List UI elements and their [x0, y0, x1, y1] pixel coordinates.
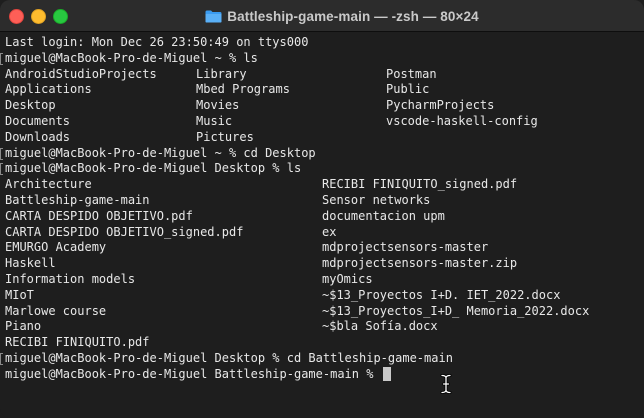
prompt-mark [0, 147, 3, 160]
listing-entry: Battleship-game-main [5, 192, 150, 207]
listing-row: CARTA DESPIDO OBJETIVO.pdf documentacion… [0, 209, 644, 225]
listing-entry: EMURGO Academy [5, 240, 107, 255]
listing-row: Piano ~$bla Sofía.docx [0, 319, 644, 335]
listing-entry: ~$13_Proyectos_I+D_ Memoria_2022.docx [322, 303, 590, 318]
last-login-text: Last login: Mon Dec 26 23:50:49 on ttys0… [5, 35, 309, 49]
i-beam-cursor-icon [440, 374, 452, 394]
listing-row: Information models myOmics [0, 272, 644, 288]
listing-entry: Mbed Programs [196, 82, 290, 97]
listing-entry: Desktop [5, 98, 56, 113]
prompt-mark [0, 52, 3, 65]
listing-entry: mdprojectsensors-master.zip [322, 256, 518, 271]
listing-entry: Music [196, 113, 233, 128]
last-login-line: Last login: Mon Dec 26 23:50:49 on ttys0… [0, 35, 644, 51]
listing-entry: documentacion upm [322, 208, 445, 223]
active-prompt-line[interactable]: miguel@MacBook-Pro-de-Miguel Battleship-… [0, 366, 644, 383]
listing-entry: Piano [5, 319, 42, 334]
active-prompt[interactable]: miguel@MacBook-Pro-de-Miguel Battleship-… [5, 366, 391, 383]
listing-entry: Downloads [5, 129, 71, 144]
listing-entry: ~$bla Sofía.docx [322, 319, 438, 334]
command-line: miguel@MacBook-Pro-de-Miguel Desktop % c… [0, 351, 644, 367]
command-line: miguel@MacBook-Pro-de-Miguel Desktop % l… [0, 161, 644, 177]
listing-entry: CARTA DESPIDO OBJETIVO.pdf [5, 208, 193, 223]
prompt-text: miguel@MacBook-Pro-de-Miguel Battleship-… [5, 366, 381, 381]
text-cursor [382, 366, 391, 381]
listing-entry: Applications [5, 82, 92, 97]
listing-entry: MIoT [5, 287, 34, 302]
listing-entry: Postman [386, 66, 437, 81]
listing-row: Documents Music vscode-haskell-config [0, 114, 644, 130]
listing-entry: RECIBI FINIQUITO.pdf [5, 335, 150, 350]
prompt-mark [0, 352, 3, 365]
listing-entry: PycharmProjects [386, 98, 495, 113]
listing-entry: Movies [196, 98, 240, 113]
listing-entry: Marlowe course [5, 303, 107, 318]
command-text: miguel@MacBook-Pro-de-Miguel ~ % ls [5, 50, 258, 65]
command-text: miguel@MacBook-Pro-de-Miguel ~ % cd Desk… [5, 145, 316, 160]
command-line: miguel@MacBook-Pro-de-Miguel ~ % cd Desk… [0, 146, 644, 162]
listing-entry: ~$13_Proyectos I+D. IET_2022.docx [322, 287, 561, 302]
title-bar[interactable]: Battleship-game-main — -zsh — 80×24 [0, 0, 644, 32]
command-line: miguel@MacBook-Pro-de-Miguel ~ % ls [0, 51, 644, 67]
listing-row: Haskell mdprojectsensors-master.zip [0, 256, 644, 272]
listing-entry: Sensor networks [322, 192, 431, 207]
listing-entry: AndroidStudioProjects [5, 66, 157, 81]
terminal-window: Battleship-game-main — -zsh — 80×24 Last… [0, 0, 644, 418]
listing-entry: Documents [5, 113, 71, 128]
listing-row: Battleship-game-main Sensor networks [0, 193, 644, 209]
folder-icon [205, 10, 222, 22]
listing-entry: Architecture [5, 177, 92, 192]
listing-row: Applications Mbed Programs Public [0, 82, 644, 98]
listing-entry: CARTA DESPIDO OBJETIVO_signed.pdf [5, 224, 244, 239]
listing-entry: mdprojectsensors-master [322, 240, 489, 255]
listing-row: MIoT ~$13_Proyectos I+D. IET_2022.docx [0, 288, 644, 304]
command-text: miguel@MacBook-Pro-de-Miguel Desktop % c… [5, 350, 453, 365]
listing-row: Architecture RECIBI FINIQUITO_signed.pdf [0, 177, 644, 193]
window-title: Battleship-game-main — -zsh — 80×24 [227, 8, 479, 24]
listing-row: CARTA DESPIDO OBJETIVO_signed.pdf ex [0, 225, 644, 241]
listing-entry: vscode-haskell-config [386, 113, 538, 128]
listing-entry: RECIBI FINIQUITO_signed.pdf [322, 177, 518, 192]
listing-entry: Public [386, 82, 430, 97]
listing-row: Downloads Pictures [0, 130, 644, 146]
listing-entry: Pictures [196, 129, 254, 144]
prompt-mark [0, 163, 3, 176]
listing-row: RECIBI FINIQUITO.pdf [0, 335, 644, 351]
window-title-container: Battleship-game-main — -zsh — 80×24 [0, 0, 644, 32]
listing-row: EMURGO Academy mdprojectsensors-master [0, 240, 644, 256]
listing-entry: myOmics [322, 271, 373, 286]
listing-entry: ex [322, 224, 337, 239]
listing-row: Marlowe course ~$13_Proyectos_I+D_ Memor… [0, 304, 644, 320]
listing-entry: Information models [5, 271, 136, 286]
listing-row: AndroidStudioProjects Library Postman [0, 67, 644, 83]
listing-entry: Library [196, 66, 247, 81]
command-text: miguel@MacBook-Pro-de-Miguel Desktop % l… [5, 161, 302, 176]
listing-entry: Haskell [5, 256, 56, 271]
listing-row: Desktop Movies PycharmProjects [0, 98, 644, 114]
terminal-content[interactable]: Last login: Mon Dec 26 23:50:49 on ttys0… [0, 32, 644, 418]
